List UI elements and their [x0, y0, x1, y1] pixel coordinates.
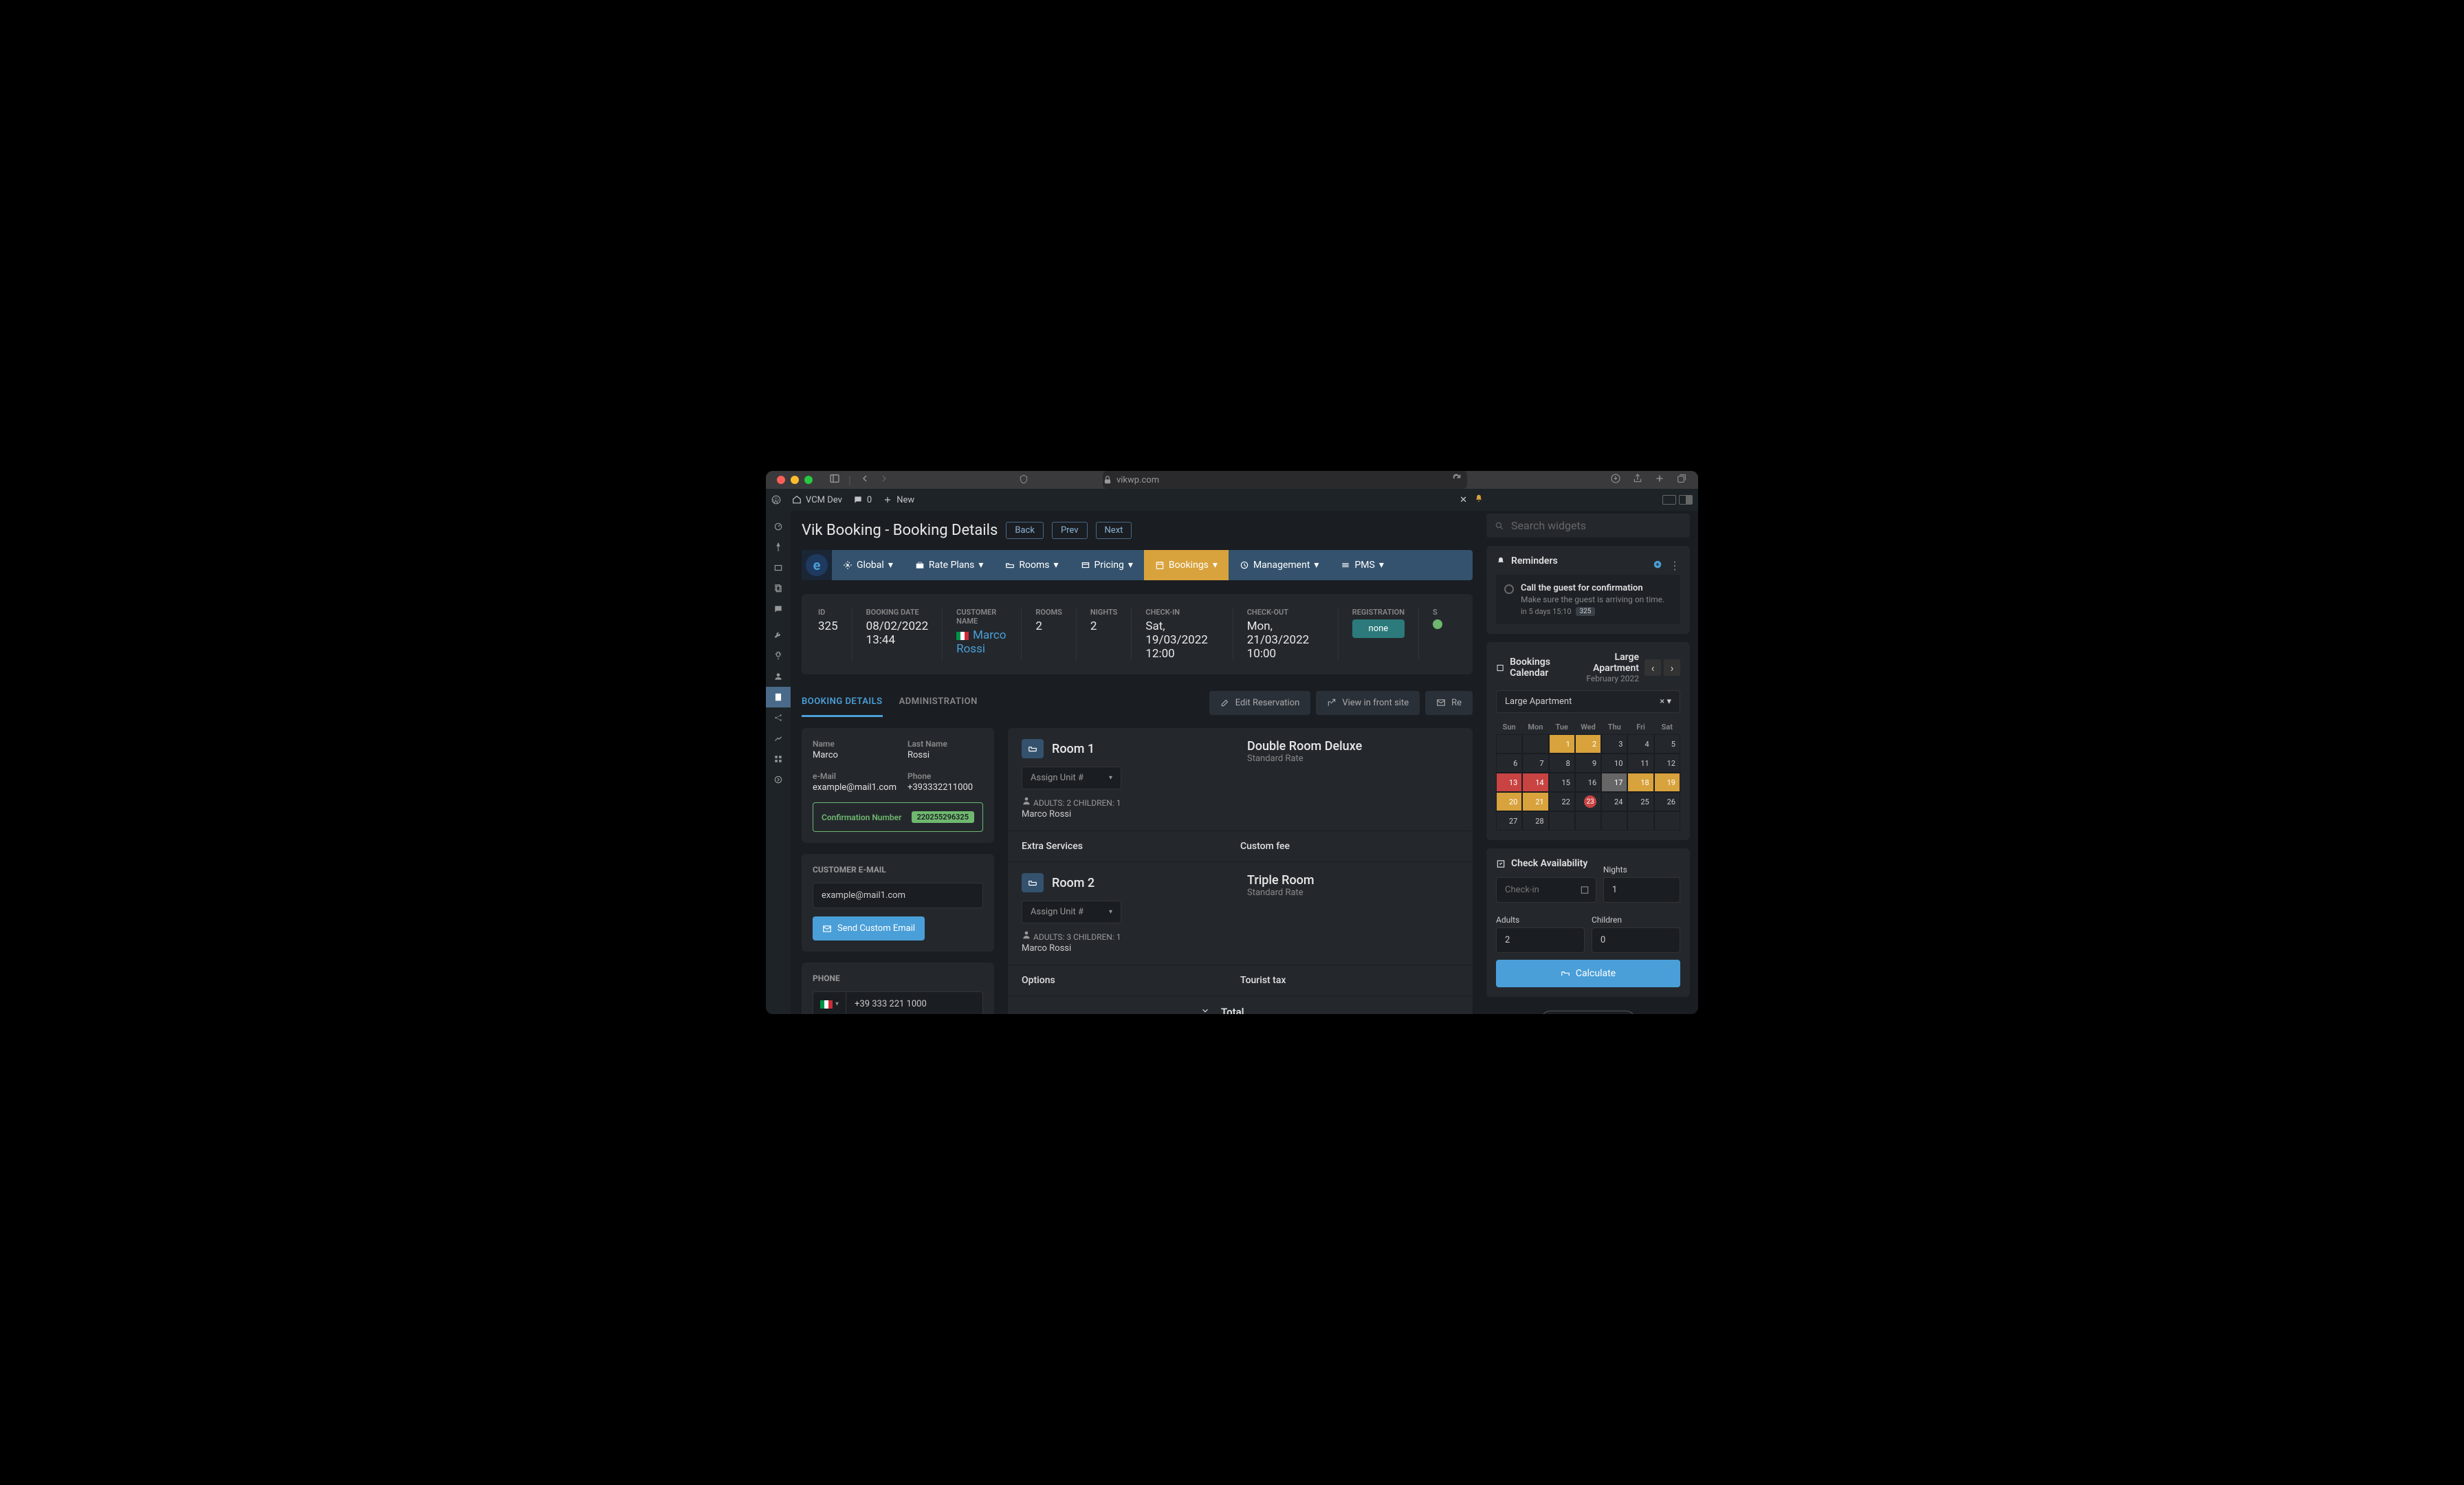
prev-button[interactable]: Prev	[1052, 522, 1088, 539]
wp-site-link[interactable]: VCM Dev	[792, 495, 842, 505]
chevron-down-icon[interactable]	[1200, 1006, 1210, 1014]
close-panel-icon[interactable]: ✕	[1460, 495, 1467, 505]
status-indicator	[1433, 619, 1442, 629]
wp-sidebar	[766, 511, 791, 1014]
sidebar-collapse[interactable]	[766, 769, 791, 790]
shield-icon[interactable]	[1019, 474, 1028, 487]
cal-next[interactable]: ›	[1664, 659, 1680, 676]
tab-admin[interactable]: ADMINISTRATION	[899, 688, 978, 717]
next-button[interactable]: Next	[1096, 522, 1132, 539]
customer-info-panel: NameMarco Last NameRossi e-Mailexample@m…	[802, 728, 994, 843]
url-bar[interactable]: vikwp.com	[1103, 471, 1467, 489]
sidebar-plugin[interactable]	[766, 646, 791, 666]
back-button[interactable]: Back	[1006, 522, 1044, 539]
sidebar-tools[interactable]	[766, 625, 791, 646]
confirmation-box: Confirmation Number 220255296325	[813, 802, 983, 832]
wp-logo[interactable]	[771, 495, 781, 505]
tab-details[interactable]: BOOKING DETAILS	[802, 688, 883, 717]
cal-prev[interactable]: ‹	[1644, 659, 1661, 676]
calendar-icon[interactable]	[1580, 884, 1590, 897]
customer-email-input[interactable]	[813, 883, 983, 908]
tabs-icon[interactable]	[1676, 473, 1687, 487]
sidebar-pages[interactable]	[766, 578, 791, 599]
main-nav: e Global ▾ Rate Plans ▾ Rooms ▾ Pricing …	[802, 550, 1473, 580]
bed-icon	[1022, 873, 1044, 892]
sidebar-media[interactable]	[766, 558, 791, 578]
sidebar-pin[interactable]	[766, 537, 791, 558]
apartment-select[interactable]: Large Apartment× ▾	[1496, 690, 1680, 713]
send-email-button[interactable]: Send Custom Email	[813, 916, 925, 940]
assign-unit-select-1[interactable]: Assign Unit #▾	[1022, 767, 1121, 789]
nav-pms[interactable]: PMS ▾	[1330, 550, 1394, 580]
download-icon[interactable]	[1610, 473, 1621, 487]
registration-button[interactable]: none	[1352, 619, 1405, 638]
view-front-button[interactable]: View in front site	[1316, 691, 1420, 715]
nav-pricing[interactable]: Pricing ▾	[1070, 550, 1144, 580]
brand-logo[interactable]: e	[802, 550, 832, 580]
nav-management[interactable]: Management ▾	[1229, 550, 1330, 580]
bed-icon	[1022, 739, 1044, 758]
sidebar-settings[interactable]	[766, 728, 791, 749]
sidebar-booking[interactable]	[766, 687, 791, 707]
page-title: Vik Booking - Booking Details	[802, 522, 998, 539]
resend-button[interactable]: Re	[1425, 691, 1473, 715]
more-icon[interactable]: ⋮	[1669, 559, 1680, 572]
edit-reservation-button[interactable]: Edit Reservation	[1209, 691, 1311, 715]
sidebar-toggle-icon[interactable]	[829, 473, 840, 487]
nav-global[interactable]: Global ▾	[832, 550, 904, 580]
calculate-button[interactable]: Calculate	[1496, 960, 1680, 987]
sidebar-comments[interactable]	[766, 599, 791, 619]
children-input[interactable]	[1592, 927, 1680, 953]
forward-icon[interactable]	[879, 473, 890, 487]
wp-admin-bar: VCM Dev 0 New ✕	[766, 489, 1698, 511]
booking-summary: ID325 BOOKING DATE08/02/2022 13:44 CUSTO…	[802, 594, 1473, 674]
bell-icon[interactable]	[1474, 494, 1484, 506]
new-tab-icon[interactable]	[1654, 473, 1665, 487]
reminder-checkbox[interactable]	[1504, 584, 1514, 594]
wp-new[interactable]: New	[883, 495, 914, 505]
sidebar-users[interactable]	[766, 666, 791, 687]
url-text: vikwp.com	[1116, 475, 1159, 485]
phone-input[interactable]	[846, 991, 983, 1014]
adults-input[interactable]	[1496, 927, 1585, 953]
sidebar-grid[interactable]	[766, 749, 791, 769]
wp-comments[interactable]: 0	[853, 495, 872, 505]
browser-chrome: | vikwp.com	[766, 471, 1698, 489]
reminder-item[interactable]: Call the guest for confirmation Make sur…	[1496, 575, 1680, 624]
nav-rateplans[interactable]: Rate Plans ▾	[904, 550, 995, 580]
sidebar-dashboard[interactable]	[766, 516, 791, 537]
add-reminder-icon[interactable]	[1653, 559, 1662, 572]
assign-unit-select-2[interactable]: Assign Unit #▾	[1022, 901, 1121, 923]
back-icon[interactable]	[859, 473, 870, 487]
nights-input[interactable]	[1603, 877, 1680, 903]
calendar-grid: SunMonTueWedThuFriSat 12345 6789101112 1…	[1496, 720, 1680, 830]
nav-rooms[interactable]: Rooms ▾	[994, 550, 1069, 580]
window-close[interactable]	[777, 476, 785, 484]
share-icon[interactable]	[1632, 473, 1643, 487]
nav-bookings[interactable]: Bookings ▾	[1144, 550, 1229, 580]
search-widgets-input[interactable]: Search widgets	[1486, 514, 1690, 538]
widgets-panel: Search widgets Reminders ⋮ Call the gues…	[1478, 511, 1698, 1014]
sidebar-share[interactable]	[766, 707, 791, 728]
panel-toggle[interactable]	[1662, 495, 1693, 505]
refresh-icon[interactable]	[1452, 474, 1462, 486]
country-flag-select[interactable]: ▾	[813, 991, 846, 1014]
window-maximize[interactable]	[804, 476, 813, 484]
customize-widgets-button[interactable]: Customize Widgets	[1541, 1011, 1635, 1014]
window-minimize[interactable]	[791, 476, 799, 484]
customer-link[interactable]: Marco Rossi	[956, 628, 1007, 656]
